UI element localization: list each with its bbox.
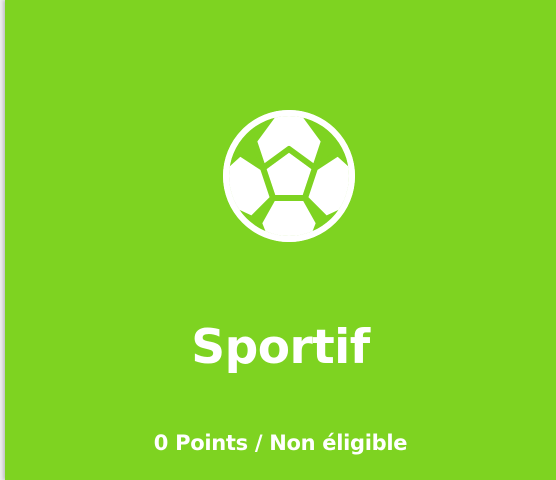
points-eligibility-status: 0 Points / Non éligible	[153, 431, 408, 455]
soccer-ball-icon	[214, 101, 364, 251]
category-card-sportif[interactable]: Sportif 0 Points / Non éligible	[5, 0, 556, 480]
category-title: Sportif	[191, 320, 370, 375]
